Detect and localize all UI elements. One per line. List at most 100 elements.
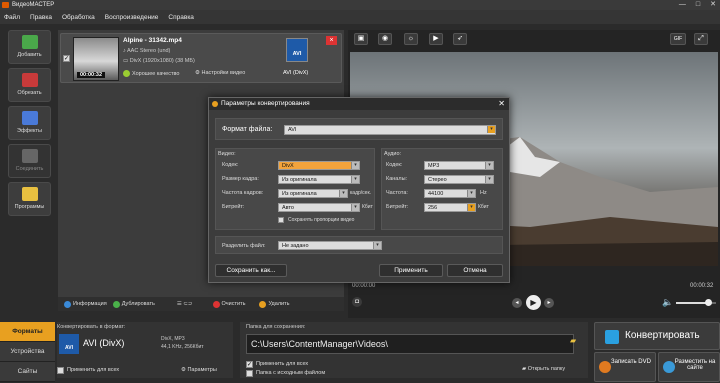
channels-select[interactable]: Стерео ▾ bbox=[424, 175, 494, 184]
params-button[interactable]: ⚙ Параметры bbox=[181, 367, 217, 373]
frequency-unit: Hz bbox=[480, 190, 487, 196]
menu-playback[interactable]: Воспроизведение bbox=[105, 14, 159, 21]
crop-tool-icon[interactable]: ▣ bbox=[354, 33, 368, 45]
file-item[interactable]: ✓ 00:00:32 Alpine - 31342.mp4 ♪ AAC Ster… bbox=[60, 33, 342, 83]
apply-all-2-checkbox[interactable]: ✓ bbox=[246, 361, 253, 368]
format-section: Формат файла: AVI ▾ bbox=[215, 118, 503, 140]
chevron-down-icon: ▾ bbox=[467, 204, 475, 211]
minimize-button[interactable]: — bbox=[679, 0, 686, 10]
cut-icon bbox=[21, 73, 38, 87]
audio-bitrate-select[interactable]: 256 ▾ bbox=[424, 203, 476, 212]
add-button[interactable]: Добавить bbox=[8, 30, 51, 64]
view-toggle[interactable]: ☰ ⊂⊃ bbox=[177, 301, 193, 307]
convert-button[interactable]: Конвертировать bbox=[594, 322, 720, 350]
snapshot-icon[interactable]: ◘ bbox=[352, 297, 362, 307]
duplicate-button[interactable]: Дублировать bbox=[112, 300, 155, 308]
split-select[interactable]: Не задано ▾ bbox=[278, 241, 382, 250]
save-folder-label: Папка для сохранения: bbox=[246, 324, 306, 330]
chevron-down-icon: ▾ bbox=[339, 190, 347, 197]
cancel-button[interactable]: Отмена bbox=[447, 264, 503, 277]
format-badge-icon[interactable]: AVI bbox=[286, 38, 308, 62]
speed-tool-icon[interactable]: ➶ bbox=[453, 33, 467, 45]
save-path-field[interactable]: C:\Users\ContentManager\Videos\ bbox=[246, 334, 574, 354]
add-file-icon bbox=[21, 35, 38, 49]
programs-button[interactable]: Программы bbox=[8, 182, 51, 216]
clear-button[interactable]: Очистить bbox=[212, 300, 245, 308]
cut-button[interactable]: Обрезать bbox=[8, 68, 51, 102]
quality-indicator[interactable]: Хорошее качество bbox=[123, 70, 179, 77]
tab-sites[interactable]: Сайты bbox=[0, 362, 55, 382]
apply-button[interactable]: Применить bbox=[379, 264, 443, 277]
file-duration: 00:00:32 bbox=[77, 72, 106, 78]
clear-icon bbox=[212, 300, 220, 308]
format-label: AVI (DivX) bbox=[283, 70, 309, 76]
info-button[interactable]: Информация bbox=[64, 300, 107, 308]
keep-aspect-checkbox[interactable] bbox=[278, 217, 284, 223]
effects-button[interactable]: Эффекты bbox=[8, 106, 51, 140]
next-frame-icon[interactable]: ▸ bbox=[544, 298, 554, 308]
remove-file-button[interactable]: × bbox=[326, 36, 337, 45]
prev-frame-icon[interactable]: ◂ bbox=[512, 298, 522, 308]
save-as-button[interactable]: Сохранить как... bbox=[215, 264, 287, 277]
fps-select[interactable]: Из оригинала ▾ bbox=[278, 189, 348, 198]
audio-bitrate-label: Битрейт: bbox=[386, 204, 409, 210]
close-button[interactable]: ✕ bbox=[710, 0, 716, 10]
menu-process[interactable]: Обработка bbox=[62, 14, 95, 21]
format-label: Формат файла: bbox=[222, 126, 273, 133]
audio-section: Аудио: Кодек: MP3 ▾ Каналы: Стерео ▾ Часто… bbox=[381, 148, 503, 230]
play-icon[interactable]: ▶ bbox=[526, 295, 541, 310]
fps-label: Частота кадров: bbox=[222, 190, 264, 196]
menu-edit[interactable]: Правка bbox=[30, 14, 52, 21]
volume-icon[interactable]: 🔈 bbox=[662, 297, 673, 308]
file-audio-info: ♪ AAC Stereo (und) bbox=[123, 48, 171, 54]
channels-label: Каналы: bbox=[386, 176, 408, 182]
volume-slider[interactable] bbox=[676, 299, 716, 306]
maximize-button[interactable]: □ bbox=[696, 0, 700, 10]
file-toolbar: Информация Дублировать ☰ ⊂⊃ Очистить Уда… bbox=[58, 297, 344, 311]
folder-icon[interactable]: ▰ bbox=[570, 336, 582, 352]
audio-bitrate-unit: Кбит bbox=[478, 204, 489, 210]
dvd-icon bbox=[599, 361, 611, 373]
stabilize-tool-icon[interactable]: ▶ bbox=[429, 33, 443, 45]
burn-dvd-button[interactable]: Записать DVD bbox=[594, 352, 656, 382]
dialog-close-icon[interactable]: ✕ bbox=[498, 98, 505, 110]
format-select[interactable]: AVI ▾ bbox=[284, 125, 496, 135]
join-icon bbox=[21, 149, 38, 163]
source-folder-checkbox[interactable] bbox=[246, 370, 253, 377]
tab-formats[interactable]: Форматы bbox=[0, 322, 55, 342]
video-codec-select[interactable]: DivX ▾ bbox=[278, 161, 360, 170]
fullscreen-tool-icon[interactable]: ⤢ bbox=[694, 33, 708, 45]
audio-codec-select[interactable]: MP3 ▾ bbox=[424, 161, 494, 170]
video-thumbnail[interactable]: 00:00:32 bbox=[73, 37, 119, 81]
file-video-info: ▭ DivX (1920x1080) (38 МБ) bbox=[123, 58, 195, 64]
publish-web-button[interactable]: Разместить на сайте bbox=[658, 352, 720, 382]
video-settings-link[interactable]: ⚙ Настройки видео bbox=[195, 70, 245, 76]
quality-dot-icon bbox=[123, 70, 130, 77]
frame-size-label: Размер кадра: bbox=[222, 176, 259, 182]
join-button[interactable]: Соединить bbox=[8, 144, 51, 178]
brightness-tool-icon[interactable]: ☼ bbox=[404, 33, 418, 45]
file-checkbox[interactable]: ✓ bbox=[63, 55, 70, 62]
snapshot-tool-icon[interactable]: ◉ bbox=[378, 33, 392, 45]
bitrate-select[interactable]: Авто ▾ bbox=[278, 203, 360, 212]
menu-help[interactable]: Справка bbox=[168, 14, 194, 21]
tab-devices[interactable]: Устройства bbox=[0, 342, 55, 362]
bitrate-unit: Кбит bbox=[362, 204, 373, 210]
format-name[interactable]: AVI (DivX) bbox=[83, 338, 124, 348]
open-folder-button[interactable]: ▰ Открыть папку bbox=[522, 366, 565, 372]
gif-tool-icon[interactable]: GIF bbox=[670, 33, 686, 45]
conversion-settings-dialog: Параметры конвертирования ✕ Формат файла… bbox=[208, 97, 510, 283]
title-bar: ВидеоМАСТЕР — □ ✕ bbox=[0, 0, 720, 10]
frame-size-select[interactable]: Из оригинала ▾ bbox=[278, 175, 360, 184]
chevron-down-icon: ▾ bbox=[351, 204, 359, 211]
avi-format-icon[interactable]: AVI bbox=[59, 334, 79, 354]
frequency-select[interactable]: 44100 ▾ bbox=[424, 189, 476, 198]
menu-file[interactable]: Файл bbox=[4, 14, 20, 21]
left-toolbar: Добавить Обрезать Эффекты Соединить Прог… bbox=[0, 26, 56, 316]
effects-icon bbox=[21, 111, 38, 125]
delete-button[interactable]: Удалить bbox=[259, 300, 289, 308]
chevron-down-icon: ▾ bbox=[351, 176, 359, 183]
chevron-down-icon: ▾ bbox=[485, 176, 493, 183]
format-box: Конвертировать в формат: AVI AVI (DivX) … bbox=[57, 322, 233, 378]
apply-all-checkbox[interactable] bbox=[57, 367, 64, 374]
